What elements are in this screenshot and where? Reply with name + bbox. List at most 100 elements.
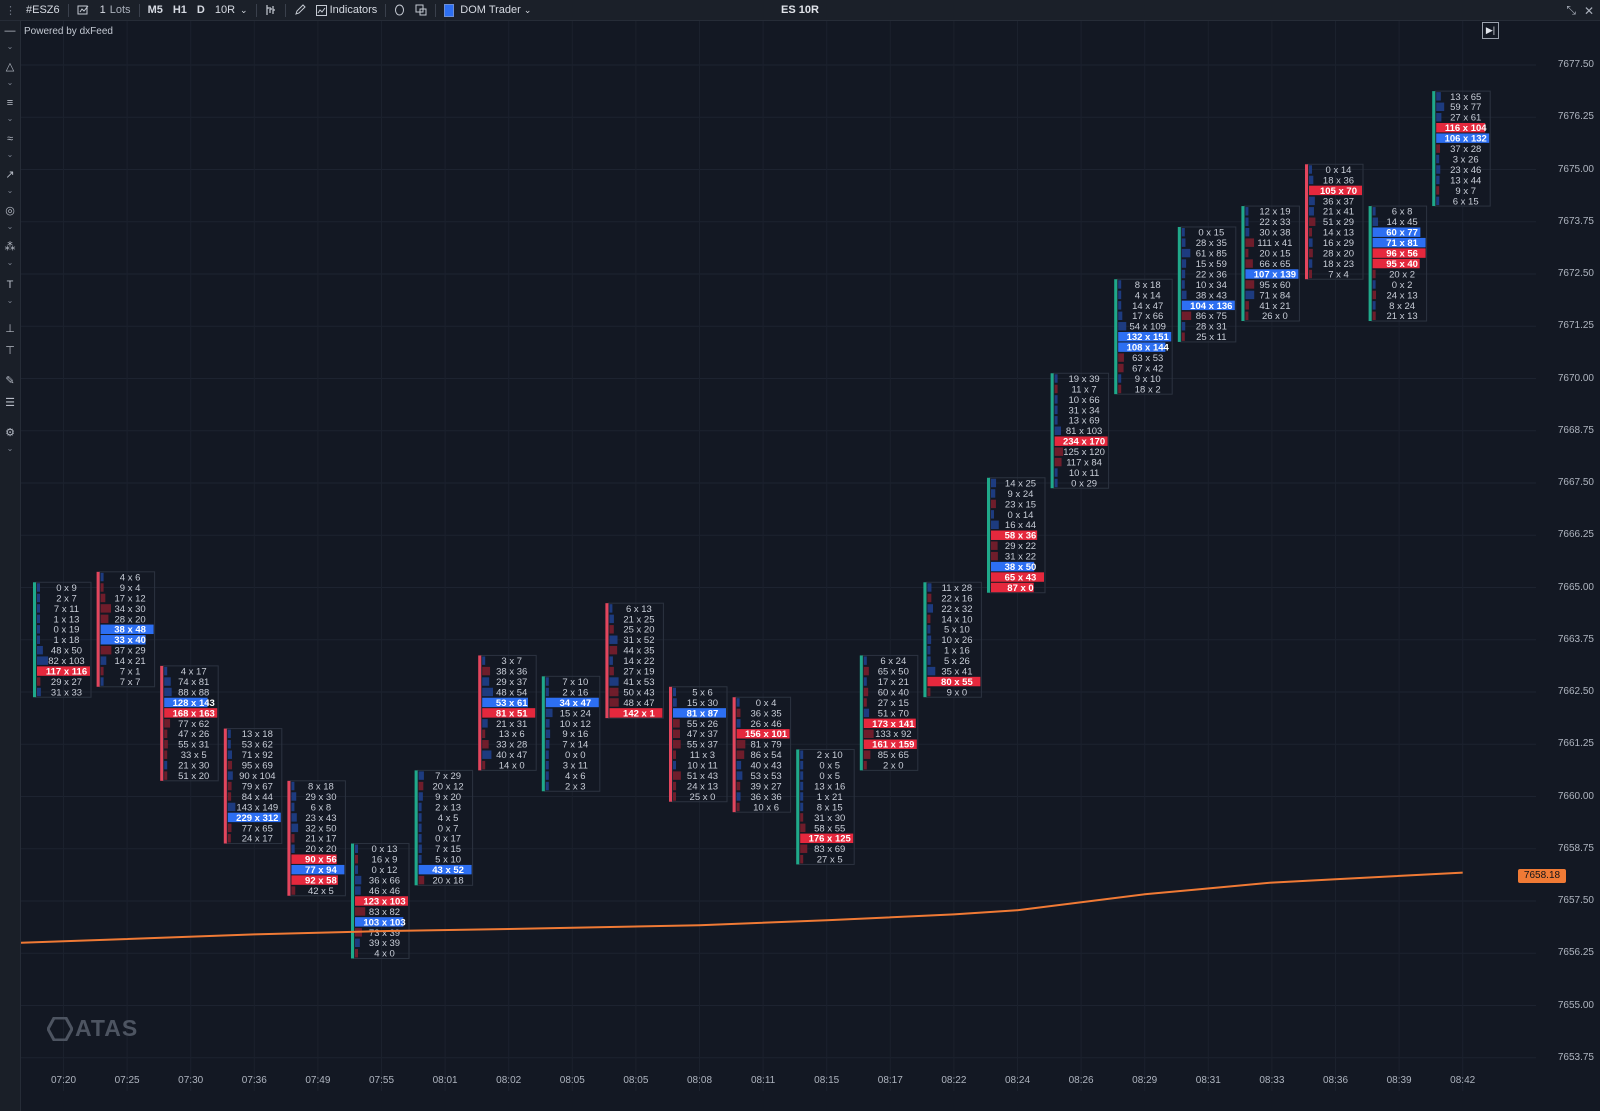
volume-cell-bar bbox=[1372, 290, 1377, 300]
footprint-bar[interactable]: 19 x 3911 x 710 x 6631 x 3413 x 6981 x 1… bbox=[1050, 372, 1110, 489]
timeframe-range-dropdown[interactable]: 10R ⌄ bbox=[210, 0, 253, 21]
chevron-down-icon[interactable]: ⌄ bbox=[0, 223, 20, 231]
footprint-cell-text: 0 x 5 bbox=[819, 761, 840, 772]
lots-value[interactable]: 1 bbox=[95, 0, 108, 21]
volume-cell-bar bbox=[1181, 227, 1185, 237]
footprint-cell-text: 7 x 7 bbox=[120, 677, 141, 688]
chevron-down-icon[interactable]: ⌄ bbox=[0, 115, 20, 123]
drag-handle-icon[interactable]: ⋮ bbox=[0, 0, 21, 21]
volume-cell-bar bbox=[673, 729, 680, 739]
footprint-cell-text: 20 x 2 bbox=[1389, 269, 1415, 280]
footprint-bar[interactable]: 4 x 1774 x 8188 x 88128 x 143168 x 16377… bbox=[160, 665, 219, 782]
footprint-chart[interactable]: 0 x 92 x 77 x 111 x 130 x 191 x 1848 x 5… bbox=[21, 21, 1536, 1091]
settings-icon[interactable]: ⚙ bbox=[0, 427, 20, 439]
timeframe-h1-button[interactable]: H1 bbox=[168, 0, 192, 21]
timeframe-m5-button[interactable]: M5 bbox=[143, 0, 168, 21]
footprint-bar[interactable]: 7 x 102 x 1634 x 4715 x 2410 x 129 x 167… bbox=[541, 675, 601, 792]
template-icon[interactable] bbox=[410, 0, 432, 21]
footprint-cell-text: 0 x 14 bbox=[1326, 165, 1352, 176]
chevron-down-icon: ⌄ bbox=[240, 4, 248, 15]
footprint-bar[interactable]: 12 x 1922 x 3330 x 38111 x 4120 x 1566 x… bbox=[1241, 205, 1300, 322]
footprint-cell-text: 20 x 15 bbox=[1259, 249, 1290, 260]
symbol-selector[interactable]: #ESZ6 bbox=[21, 0, 65, 21]
volume-cell-bar bbox=[1309, 238, 1313, 247]
close-icon[interactable]: ✕ bbox=[1584, 4, 1594, 18]
footprint-bar[interactable]: 4 x 69 x 417 x 1234 x 3028 x 2038 x 4833… bbox=[96, 571, 156, 688]
shapes-tool-icon[interactable]: ⁂ bbox=[0, 241, 20, 253]
brush-tool-icon[interactable]: ✎ bbox=[0, 375, 20, 387]
trade-chart-icon[interactable] bbox=[72, 0, 95, 21]
scroll-to-end-icon[interactable]: ▶| bbox=[1482, 22, 1499, 39]
footprint-bar[interactable]: 6 x 814 x 4560 x 7771 x 8196 x 5695 x 40… bbox=[1368, 205, 1428, 322]
footprint-cell-text: 34 x 30 bbox=[115, 604, 146, 615]
footprint-cell-text: 10 x 26 bbox=[941, 635, 972, 646]
footprint-cell-text: 40 x 43 bbox=[751, 761, 782, 772]
volume-cell-bar bbox=[1372, 207, 1376, 216]
chart-type-icon[interactable] bbox=[260, 0, 282, 21]
footprint-bar[interactable]: 11 x 2822 x 1622 x 3214 x 105 x 1010 x 2… bbox=[923, 581, 982, 698]
footprint-bar[interactable]: 0 x 1528 x 3561 x 8515 x 5922 x 3610 x 3… bbox=[1177, 226, 1237, 343]
short-position-icon[interactable]: ⊤ bbox=[0, 345, 20, 357]
clock-icon[interactable] bbox=[389, 0, 410, 21]
footprint-cell-text: 80 x 55 bbox=[941, 677, 973, 688]
footprint-bar[interactable]: 8 x 184 x 1414 x 4717 x 6654 x 109132 x … bbox=[1114, 278, 1173, 395]
time-axis-label: 08:02 bbox=[496, 1075, 522, 1086]
footprint-cell-text: 16 x 29 bbox=[1323, 238, 1354, 249]
footprint-bar[interactable]: 0 x 1316 x 90 x 1236 x 6646 x 46123 x 10… bbox=[351, 843, 410, 960]
chevron-down-icon[interactable]: ⌄ bbox=[0, 79, 20, 87]
chevron-down-icon[interactable]: ⌄ bbox=[0, 187, 20, 195]
footprint-bar[interactable]: 2 x 100 x 50 x 513 x 161 x 218 x 1531 x … bbox=[796, 748, 855, 866]
volume-cell-bar bbox=[545, 708, 553, 718]
time-axis[interactable] bbox=[21, 1091, 1536, 1111]
footprint-bar[interactable]: 13 x 6559 x 7727 x 61116 x 104106 x 1323… bbox=[1432, 90, 1491, 207]
pencil-icon[interactable] bbox=[289, 0, 311, 21]
footprint-bar[interactable]: 7 x 2920 x 129 x 202 x 134 x 50 x 70 x 1… bbox=[414, 769, 474, 887]
volume-cell-bar bbox=[418, 781, 424, 791]
footprint-cell-text: 18 x 23 bbox=[1323, 259, 1354, 270]
footprint-cell-text: 71 x 81 bbox=[1386, 238, 1418, 249]
footprint-bar[interactable]: 0 x 1418 x 36105 x 7036 x 3721 x 4151 x … bbox=[1305, 163, 1364, 280]
volume-cell-bar bbox=[800, 802, 804, 812]
line-tool-icon[interactable]: — bbox=[0, 25, 20, 37]
indicators-button[interactable]: Indicators bbox=[311, 0, 383, 21]
footprint-bar[interactable]: 3 x 738 x 3629 x 3748 x 5453 x 6181 x 51… bbox=[478, 654, 537, 772]
footprint-cell-text: 0 x 4 bbox=[756, 698, 777, 709]
chevron-down-icon[interactable]: ⌄ bbox=[0, 151, 20, 159]
footprint-bar[interactable]: 13 x 1853 x 6271 x 9295 x 6990 x 10479 x… bbox=[223, 728, 283, 845]
chevron-down-icon[interactable]: ⌄ bbox=[0, 43, 20, 51]
footprint-bar[interactable]: 0 x 436 x 3526 x 46156 x 10181 x 7986 x … bbox=[732, 696, 792, 813]
footprint-cell-text: 13 x 44 bbox=[1450, 175, 1481, 186]
triangle-tool-icon[interactable]: △ bbox=[0, 61, 20, 73]
footprint-cell-text: 0 x 29 bbox=[1071, 478, 1097, 489]
footprint-bar[interactable]: 5 x 615 x 3081 x 8755 x 2647 x 3755 x 37… bbox=[669, 686, 728, 803]
volume-cell-bar bbox=[673, 750, 676, 759]
volume-cell-bar bbox=[37, 677, 41, 686]
object-list-icon[interactable]: ☰ bbox=[0, 397, 20, 409]
footprint-bar[interactable]: 14 x 259 x 2423 x 150 x 1416 x 4458 x 36… bbox=[987, 477, 1046, 594]
chart-area[interactable]: 0 x 92 x 77 x 11 1 x 13 0 x 19 1 x 18 48 x 5… bbox=[21, 21, 1536, 1091]
long-position-icon[interactable]: ⊥ bbox=[0, 323, 20, 335]
volume-cell-bar bbox=[863, 698, 867, 707]
footprint-cell-text: 143 x 149 bbox=[236, 802, 278, 813]
circle-tool-icon[interactable]: ◎ bbox=[0, 205, 20, 217]
footprint-bar[interactable]: 8 x 1829 x 306 x 823 x 4332 x 5021 x 172… bbox=[287, 780, 346, 897]
footprint-bar[interactable]: 6 x 2465 x 5017 x 2160 x 4027 x 1551 x 7… bbox=[859, 654, 919, 772]
text-tool-icon[interactable]: T bbox=[0, 279, 20, 291]
collapse-icon[interactable]: ⤡ bbox=[1566, 3, 1576, 18]
footprint-cell-text: 21 x 17 bbox=[305, 834, 336, 845]
chevron-down-icon[interactable]: ⌄ bbox=[0, 259, 20, 267]
pattern-tool-icon[interactable]: ≈ bbox=[0, 133, 20, 145]
volume-cell-bar bbox=[482, 656, 486, 665]
volume-cell-bar bbox=[1309, 175, 1314, 185]
fibonacci-tool-icon[interactable]: ≡ bbox=[0, 97, 20, 109]
footprint-bar[interactable]: 6 x 1321 x 2525 x 2031 x 5244 x 3514 x 2… bbox=[605, 602, 664, 719]
dom-trader-dropdown[interactable]: DOM Trader ⌄ bbox=[439, 0, 536, 21]
footprint-cell-text: 2 x 3 bbox=[565, 781, 586, 792]
footprint-bar[interactable]: 0 x 92 x 77 x 111 x 130 x 191 x 1848 x 5… bbox=[33, 581, 92, 698]
chevron-down-icon[interactable]: ⌄ bbox=[0, 445, 20, 453]
timeframe-d-button[interactable]: D bbox=[192, 0, 210, 21]
curve-tool-icon[interactable]: ↗ bbox=[0, 169, 20, 181]
volume-cell-bar bbox=[800, 792, 804, 801]
chevron-down-icon[interactable]: ⌄ bbox=[0, 297, 20, 305]
volume-cell-bar bbox=[673, 781, 677, 791]
